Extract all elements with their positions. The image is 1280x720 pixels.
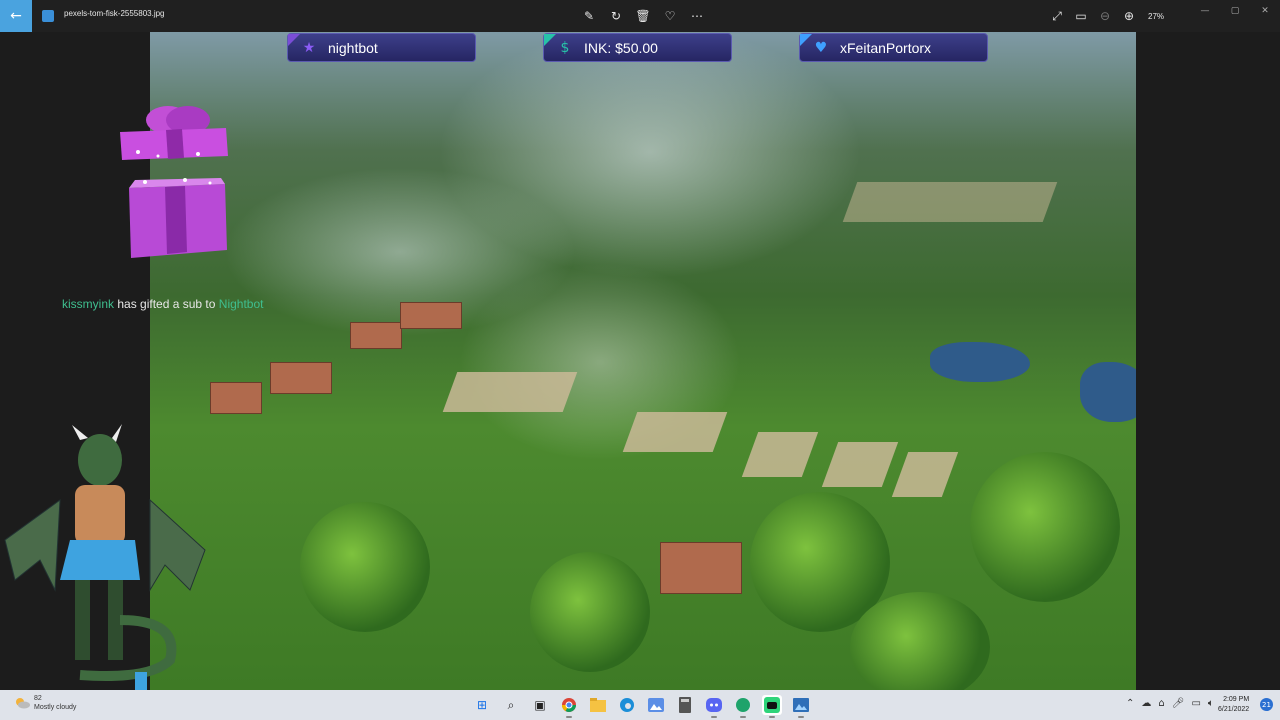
image-toolbar: ✎ ↻ 🗑 ♡ ⋯ — [580, 6, 706, 26]
minimize-button[interactable]: — — [1190, 0, 1220, 22]
windows-start-icon[interactable]: ⊞ — [472, 695, 492, 715]
chrome-icon[interactable] — [559, 695, 579, 718]
date: 6/21/2022 — [1218, 706, 1250, 713]
pond — [930, 342, 1030, 382]
rice-field — [842, 182, 1058, 222]
clock[interactable]: 2:09 PM 6/21/2022 — [1218, 695, 1249, 715]
microphone-icon[interactable]: 🎤︎ — [1172, 698, 1185, 709]
rice-field — [891, 452, 959, 497]
task-view-icon[interactable]: ▣ — [530, 695, 550, 715]
rice-field — [442, 372, 578, 412]
gift-box-icon — [129, 178, 227, 258]
photos-icon[interactable] — [646, 695, 666, 715]
notification-badge[interactable]: 21 — [1260, 698, 1273, 711]
heart-icon[interactable]: ♡ — [661, 6, 679, 26]
title-bar: ← pexels-tom-fisk-2555803.jpg ✎ ↻ 🗑 ♡ ⋯ … — [0, 0, 1280, 32]
cloud-icon[interactable]: ☁ — [1141, 698, 1151, 709]
back-button[interactable]: ← — [0, 0, 32, 32]
expand-icon[interactable]: ⤢ — [1048, 6, 1066, 26]
tree-canopy — [300, 502, 430, 632]
house-roof — [350, 322, 402, 349]
chevron-up-icon[interactable]: ⌃ — [1126, 698, 1134, 709]
tree-canopy — [970, 452, 1120, 602]
house-roof — [400, 302, 462, 329]
close-button[interactable]: ✕ — [1250, 0, 1280, 22]
tree-canopy — [530, 552, 650, 672]
system-tray: ⌃ ☁ ⌂ 🎤︎ ▭ 🔈︎ — [1126, 698, 1214, 709]
rice-field — [622, 412, 728, 452]
window-controls: — ▢ ✕ — [1190, 0, 1280, 22]
alert-corner — [800, 34, 812, 46]
recipient-name: Nightbot — [218, 297, 264, 311]
rice-field — [821, 442, 899, 487]
alert-corner — [288, 34, 300, 46]
taskbar-apps: ⊞ ⌕ ▣ — [472, 695, 811, 718]
edge-icon[interactable] — [617, 695, 637, 715]
dragon-avatar-icon — [4, 424, 206, 696]
weather-widget[interactable]: 82 Mostly cloudy — [14, 694, 76, 712]
edit-icon[interactable]: ✎ — [580, 6, 598, 26]
search-icon[interactable]: ⌕ — [501, 695, 521, 715]
streamlabs-icon[interactable] — [733, 695, 753, 718]
calculator-icon[interactable] — [675, 695, 695, 715]
zoom-level[interactable]: 27% — [1148, 12, 1164, 21]
alert-text: nightbot — [328, 39, 378, 56]
discord-icon[interactable] — [704, 695, 724, 718]
weather-desc: Mostly cloudy — [34, 704, 77, 711]
file-explorer-icon[interactable] — [588, 695, 608, 715]
file-name: pexels-tom-fisk-2555803.jpg — [64, 9, 165, 18]
obs-bot-icon[interactable] — [762, 695, 782, 718]
zoom-in-icon[interactable]: ⊕ — [1120, 6, 1138, 26]
maximize-button[interactable]: ▢ — [1220, 0, 1250, 22]
zoom-out-icon[interactable]: ⊖ — [1096, 6, 1114, 26]
message-text: has gifted a sub to — [117, 297, 216, 311]
view-toolbar: ⤢ ▭ ⊖ ⊕ 27% — [1048, 6, 1164, 26]
house-roof — [660, 542, 742, 594]
volume-icon[interactable]: 🔈︎ — [1208, 698, 1214, 709]
heart-icon: ♥ — [814, 39, 828, 56]
running-indicator — [769, 716, 775, 718]
weather-temp: 82 — [34, 695, 42, 702]
back-arrow-icon: ← — [10, 8, 22, 24]
fit-icon[interactable]: ▭ — [1072, 6, 1090, 26]
alert-bar-donation: $ INK: $50.00 — [543, 33, 732, 62]
trash-icon[interactable]: 🗑 — [634, 6, 652, 26]
cloud-sun-icon — [16, 698, 30, 709]
running-indicator — [740, 716, 746, 718]
star-icon: ★ — [302, 39, 316, 56]
running-indicator — [711, 716, 717, 718]
time: 2:09 PM — [1223, 696, 1250, 703]
dollar-icon: $ — [560, 39, 570, 56]
house-roof — [210, 382, 262, 414]
pond — [1080, 362, 1136, 422]
aerial-village-photo — [150, 32, 1136, 690]
alert-text: xFeitanPortorx — [840, 39, 932, 56]
running-indicator — [566, 716, 572, 718]
rice-field — [741, 432, 819, 477]
gifter-name: kissmyink — [62, 297, 115, 311]
image-viewer-icon[interactable] — [791, 695, 811, 718]
network-icon[interactable]: ⌂ — [1158, 698, 1164, 709]
display-icon[interactable]: ▭ — [1191, 698, 1200, 709]
photos-app-icon — [42, 10, 54, 22]
sub-gift-message: kissmyink has gifted a sub to Nightbot — [62, 297, 263, 311]
rotate-icon[interactable]: ↻ — [607, 6, 625, 26]
taskbar: 82 Mostly cloudy ⊞ ⌕ ▣ ⌃ ☁ ⌂ 🎤︎ ▭ 🔈︎ 2:0… — [0, 690, 1280, 720]
alert-corner — [544, 34, 556, 46]
alert-text: INK: $50.00 — [584, 39, 658, 56]
alert-bar-subscriber: ♥ xFeitanPortorx — [799, 33, 988, 62]
tree-canopy — [850, 592, 990, 690]
more-icon[interactable]: ⋯ — [688, 6, 706, 26]
gift-lid-icon — [120, 106, 228, 160]
running-indicator — [798, 716, 804, 718]
alert-bar-follower: ★ nightbot — [287, 33, 476, 62]
house-roof — [270, 362, 332, 394]
